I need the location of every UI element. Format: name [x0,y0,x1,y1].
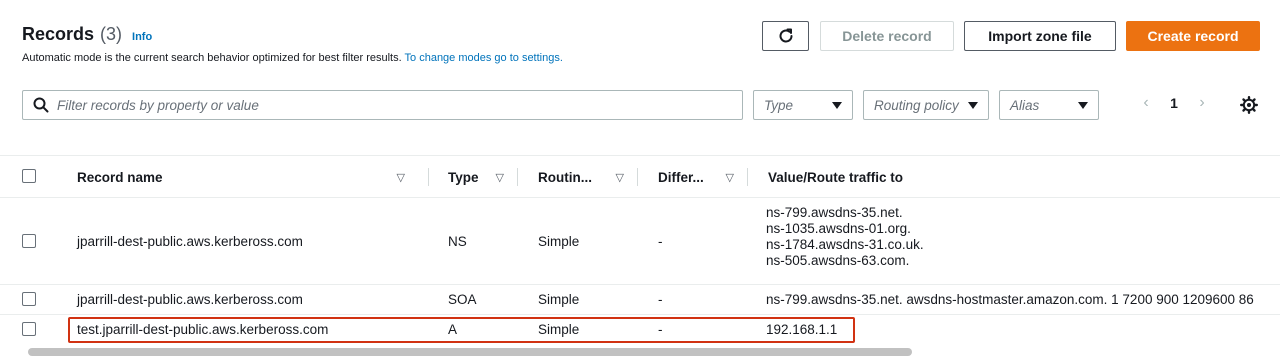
caret-down-icon [968,101,978,109]
column-divider [428,168,429,186]
select-all-checkbox[interactable] [22,169,36,183]
type-filter-select[interactable]: Type [753,90,853,120]
differentiator: - [658,292,663,307]
record-value: ns-1784.awsdns-31.co.uk. [766,237,924,252]
column-header-record-name[interactable]: Record name ▽ [77,156,417,198]
routing-policy: Simple [538,234,580,249]
sort-icon: ▽ [396,171,405,184]
current-page-number[interactable]: 1 [1156,95,1192,111]
record-type: SOA [448,292,477,307]
search-icon [33,97,49,113]
horizontal-scrollbar[interactable] [28,348,912,356]
create-record-button[interactable]: Create record [1126,21,1260,51]
settings-link[interactable]: To change modes go to settings. [405,52,563,64]
record-value: ns-505.awsdns-63.com. [766,253,910,268]
column-header-routing-policy[interactable]: Routin... ▽ [538,156,636,198]
subtitle-text: Automatic mode is the current search beh… [22,52,405,64]
record-value: ns-799.awsdns-35.net. [766,205,903,220]
column-header-value[interactable]: Value/Route traffic to [768,156,1068,198]
info-link[interactable]: Info [132,31,152,43]
differentiator: - [658,234,663,249]
caret-down-icon [1078,101,1088,109]
refresh-button[interactable] [762,21,809,51]
search-mode-description: Automatic mode is the current search beh… [22,52,563,64]
column-divider [637,168,638,186]
table-row[interactable]: jparrill-dest-public.aws.kerbeross.com N… [0,199,1280,285]
sort-icon: ▽ [725,171,734,184]
column-divider [747,168,748,186]
page-title: Records [22,24,95,44]
row-checkbox[interactable] [22,234,36,248]
record-name: jparrill-dest-public.aws.kerbeross.com [77,234,303,249]
previous-page-icon[interactable]: ‹ [1136,94,1156,112]
record-value: ns-799.awsdns-35.net. awsdns-hostmaster.… [766,292,1254,307]
type-filter-placeholder: Type [764,97,794,113]
highlight-box [68,317,855,343]
search-box [22,90,743,120]
row-checkbox[interactable] [22,292,36,306]
records-count: (3) [100,24,123,44]
record-value: ns-1035.awsdns-01.org. [766,221,911,236]
caret-down-icon [832,101,842,109]
next-page-icon[interactable]: › [1192,94,1212,112]
record-values: ns-799.awsdns-35.net. ns-1035.awsdns-01.… [766,205,924,269]
sort-icon: ▽ [495,171,504,184]
column-header-type[interactable]: Type ▽ [448,156,516,198]
alias-filter-placeholder: Alias [1010,97,1040,113]
search-input[interactable] [57,97,737,113]
record-name: jparrill-dest-public.aws.kerbeross.com [77,292,303,307]
column-divider [517,168,518,186]
table-row[interactable]: jparrill-dest-public.aws.kerbeross.com S… [0,285,1280,315]
refresh-icon [779,28,792,43]
pagination: ‹ 1 › [1136,94,1212,112]
sort-icon: ▽ [615,171,624,184]
row-checkbox[interactable] [22,322,36,336]
column-header-differentiator[interactable]: Differ... ▽ [658,156,746,198]
alias-filter-select[interactable]: Alias [999,90,1099,120]
routing-filter-placeholder: Routing policy [874,97,959,113]
import-zone-file-button[interactable]: Import zone file [964,21,1116,51]
routing-policy-filter-select[interactable]: Routing policy [863,90,989,120]
delete-record-button[interactable]: Delete record [820,21,954,51]
records-header: Records (3) Info [22,24,152,45]
record-type: NS [448,234,467,249]
routing-policy: Simple [538,292,580,307]
gear-icon[interactable] [1240,96,1258,114]
table-header: Record name ▽ Type ▽ Routin... ▽ Differ.… [0,156,1280,198]
